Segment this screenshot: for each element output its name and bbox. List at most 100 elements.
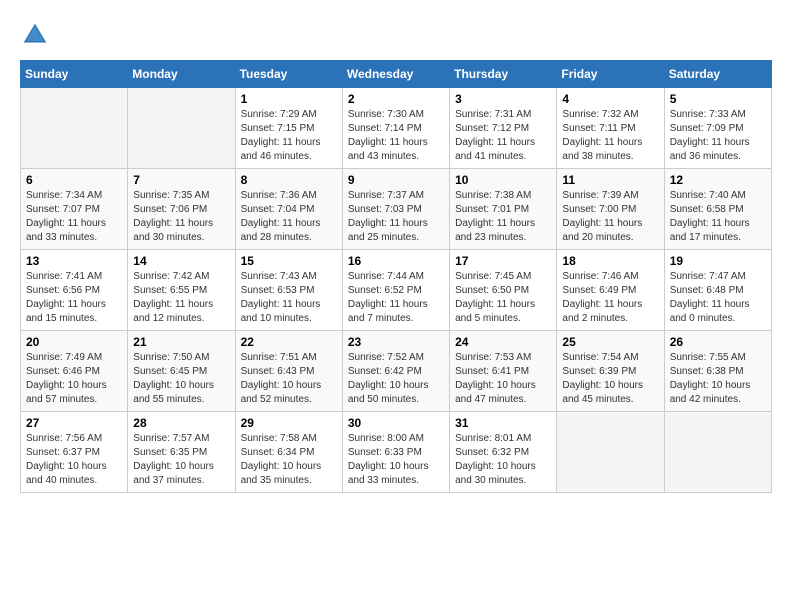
day-number: 30 [348,416,444,430]
weekday-header-monday: Monday [128,61,235,88]
calendar-table: SundayMondayTuesdayWednesdayThursdayFrid… [20,60,772,493]
day-info: Sunrise: 7:44 AMSunset: 6:52 PMDaylight:… [348,270,444,326]
day-info: Sunrise: 7:37 AMSunset: 7:03 PMDaylight:… [348,189,444,245]
day-number: 2 [348,92,444,106]
day-number: 16 [348,254,444,268]
day-number: 1 [241,92,337,106]
logo-icon [20,20,50,50]
day-cell: 24 Sunrise: 7:53 AMSunset: 6:41 PMDayligh… [450,331,557,412]
weekday-header-sunday: Sunday [21,61,128,88]
day-cell: 20 Sunrise: 7:49 AMSunset: 6:46 PMDayligh… [21,331,128,412]
day-cell: 12 Sunrise: 7:40 AMSunset: 6:58 PMDayligh… [664,169,771,250]
day-info: Sunrise: 7:31 AMSunset: 7:12 PMDaylight:… [455,108,551,164]
day-info: Sunrise: 7:33 AMSunset: 7:09 PMDaylight:… [670,108,766,164]
day-cell: 30 Sunrise: 8:00 AMSunset: 6:33 PMDayligh… [342,412,449,493]
day-info: Sunrise: 7:46 AMSunset: 6:49 PMDaylight:… [562,270,658,326]
week-row-3: 13 Sunrise: 7:41 AMSunset: 6:56 PMDayligh… [21,250,772,331]
logo [20,20,54,50]
day-number: 19 [670,254,766,268]
day-number: 22 [241,335,337,349]
day-number: 20 [26,335,122,349]
weekday-header-thursday: Thursday [450,61,557,88]
day-info: Sunrise: 7:29 AMSunset: 7:15 PMDaylight:… [241,108,337,164]
day-cell: 4 Sunrise: 7:32 AMSunset: 7:11 PMDaylight… [557,88,664,169]
day-number: 27 [26,416,122,430]
day-number: 4 [562,92,658,106]
week-row-5: 27 Sunrise: 7:56 AMSunset: 6:37 PMDayligh… [21,412,772,493]
week-row-1: 1 Sunrise: 7:29 AMSunset: 7:15 PMDaylight… [21,88,772,169]
day-info: Sunrise: 7:38 AMSunset: 7:01 PMDaylight:… [455,189,551,245]
day-cell: 6Sunrise: 7:34 AMSunset: 7:07 PMDaylight… [21,169,128,250]
day-info: Sunrise: 7:56 AMSunset: 6:37 PMDaylight:… [26,432,122,488]
weekday-header-saturday: Saturday [664,61,771,88]
day-cell [21,88,128,169]
day-cell: 25 Sunrise: 7:54 AMSunset: 6:39 PMDayligh… [557,331,664,412]
day-info: Sunrise: 7:52 AMSunset: 6:42 PMDaylight:… [348,351,444,407]
day-number: 24 [455,335,551,349]
day-cell: 21Sunrise: 7:50 AMSunset: 6:45 PMDayligh… [128,331,235,412]
day-cell: 17Sunrise: 7:45 AMSunset: 6:50 PMDayligh… [450,250,557,331]
day-cell: 11Sunrise: 7:39 AMSunset: 7:00 PMDayligh… [557,169,664,250]
day-info: Sunrise: 7:54 AMSunset: 6:39 PMDaylight:… [562,351,658,407]
day-cell [557,412,664,493]
day-number: 23 [348,335,444,349]
day-number: 25 [562,335,658,349]
day-number: 6 [26,173,122,187]
day-number: 18 [562,254,658,268]
day-cell: 27 Sunrise: 7:56 AMSunset: 6:37 PMDayligh… [21,412,128,493]
day-info: Sunrise: 7:43 AMSunset: 6:53 PMDaylight:… [241,270,337,326]
day-cell: 19 Sunrise: 7:47 AMSunset: 6:48 PMDayligh… [664,250,771,331]
day-cell: 5Sunrise: 7:33 AMSunset: 7:09 PMDaylight… [664,88,771,169]
day-info: Sunrise: 7:57 AMSunset: 6:35 PMDaylight:… [133,432,229,488]
day-number: 15 [241,254,337,268]
day-number: 7 [133,173,229,187]
day-number: 31 [455,416,551,430]
day-info: Sunrise: 8:01 AMSunset: 6:32 PMDaylight:… [455,432,551,488]
day-info: Sunrise: 7:50 AMSunset: 6:45 PMDaylight:… [133,351,229,407]
day-number: 10 [455,173,551,187]
day-cell: 15 Sunrise: 7:43 AMSunset: 6:53 PMDayligh… [235,250,342,331]
day-number: 26 [670,335,766,349]
day-info: Sunrise: 7:39 AMSunset: 7:00 PMDaylight:… [562,189,658,245]
day-cell: 8 Sunrise: 7:36 AMSunset: 7:04 PMDaylight… [235,169,342,250]
day-info: Sunrise: 7:42 AMSunset: 6:55 PMDaylight:… [133,270,229,326]
day-info: Sunrise: 7:58 AMSunset: 6:34 PMDaylight:… [241,432,337,488]
day-number: 28 [133,416,229,430]
week-row-4: 20 Sunrise: 7:49 AMSunset: 6:46 PMDayligh… [21,331,772,412]
day-cell: 13 Sunrise: 7:41 AMSunset: 6:56 PMDayligh… [21,250,128,331]
day-cell: 1 Sunrise: 7:29 AMSunset: 7:15 PMDaylight… [235,88,342,169]
day-number: 9 [348,173,444,187]
day-number: 3 [455,92,551,106]
day-number: 13 [26,254,122,268]
day-info: Sunrise: 7:41 AMSunset: 6:56 PMDaylight:… [26,270,122,326]
day-info: Sunrise: 7:35 AMSunset: 7:06 PMDaylight:… [133,189,229,245]
day-info: Sunrise: 7:30 AMSunset: 7:14 PMDaylight:… [348,108,444,164]
day-info: Sunrise: 7:51 AMSunset: 6:43 PMDaylight:… [241,351,337,407]
weekday-header-row: SundayMondayTuesdayWednesdayThursdayFrid… [21,61,772,88]
day-cell: 23 Sunrise: 7:52 AMSunset: 6:42 PMDayligh… [342,331,449,412]
day-info: Sunrise: 7:32 AMSunset: 7:11 PMDaylight:… [562,108,658,164]
weekday-header-tuesday: Tuesday [235,61,342,88]
day-number: 12 [670,173,766,187]
day-cell: 10 Sunrise: 7:38 AMSunset: 7:01 PMDayligh… [450,169,557,250]
day-info: Sunrise: 8:00 AMSunset: 6:33 PMDaylight:… [348,432,444,488]
day-info: Sunrise: 7:53 AMSunset: 6:41 PMDaylight:… [455,351,551,407]
day-number: 8 [241,173,337,187]
day-info: Sunrise: 7:49 AMSunset: 6:46 PMDaylight:… [26,351,122,407]
day-cell: 7 Sunrise: 7:35 AMSunset: 7:06 PMDaylight… [128,169,235,250]
weekday-header-friday: Friday [557,61,664,88]
day-cell: 22 Sunrise: 7:51 AMSunset: 6:43 PMDayligh… [235,331,342,412]
day-cell: 2 Sunrise: 7:30 AMSunset: 7:14 PMDaylight… [342,88,449,169]
day-info: Sunrise: 7:40 AMSunset: 6:58 PMDaylight:… [670,189,766,245]
day-info: Sunrise: 7:47 AMSunset: 6:48 PMDaylight:… [670,270,766,326]
day-number: 29 [241,416,337,430]
day-cell: 18 Sunrise: 7:46 AMSunset: 6:49 PMDayligh… [557,250,664,331]
day-number: 17 [455,254,551,268]
day-info: Sunrise: 7:36 AMSunset: 7:04 PMDaylight:… [241,189,337,245]
day-info: Sunrise: 7:55 AMSunset: 6:38 PMDaylight:… [670,351,766,407]
day-cell: 26 Sunrise: 7:55 AMSunset: 6:38 PMDayligh… [664,331,771,412]
day-cell: 14Sunrise: 7:42 AMSunset: 6:55 PMDayligh… [128,250,235,331]
weekday-header-wednesday: Wednesday [342,61,449,88]
day-cell: 16 Sunrise: 7:44 AMSunset: 6:52 PMDayligh… [342,250,449,331]
page-header [20,20,772,50]
